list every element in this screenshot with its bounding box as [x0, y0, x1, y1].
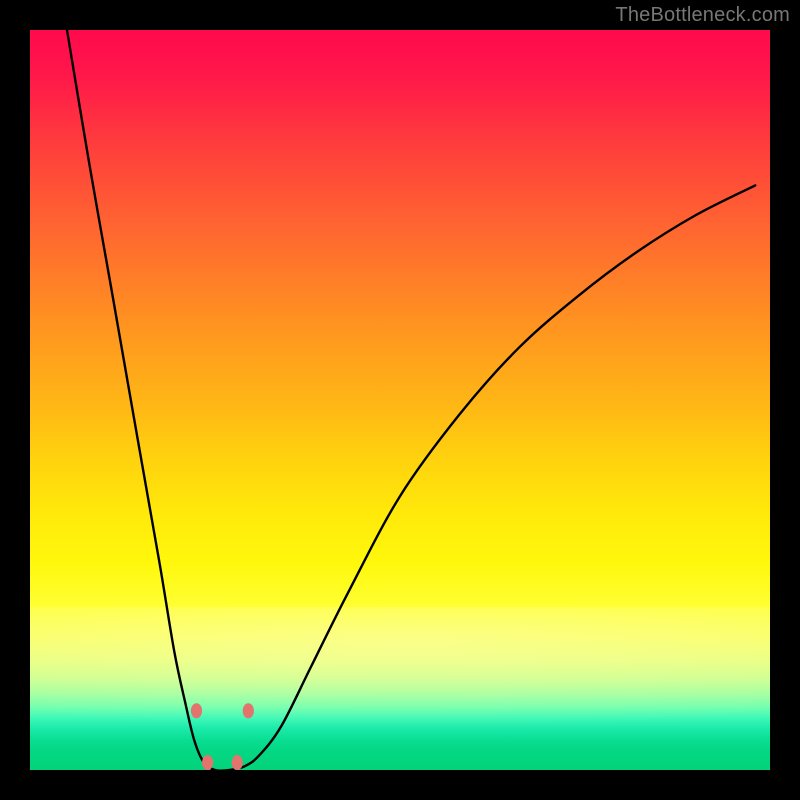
- chart-frame: TheBottleneck.com: [0, 0, 800, 800]
- bottleneck-curve: [67, 30, 755, 770]
- marker-dot: [232, 755, 243, 770]
- watermark-text: TheBottleneck.com: [615, 4, 790, 27]
- marker-dot: [191, 703, 202, 718]
- marker-dot: [202, 755, 213, 770]
- marker-dot: [243, 703, 254, 718]
- curve-markers: [191, 703, 254, 770]
- curve-layer: [30, 30, 770, 770]
- plot-area: [30, 30, 770, 770]
